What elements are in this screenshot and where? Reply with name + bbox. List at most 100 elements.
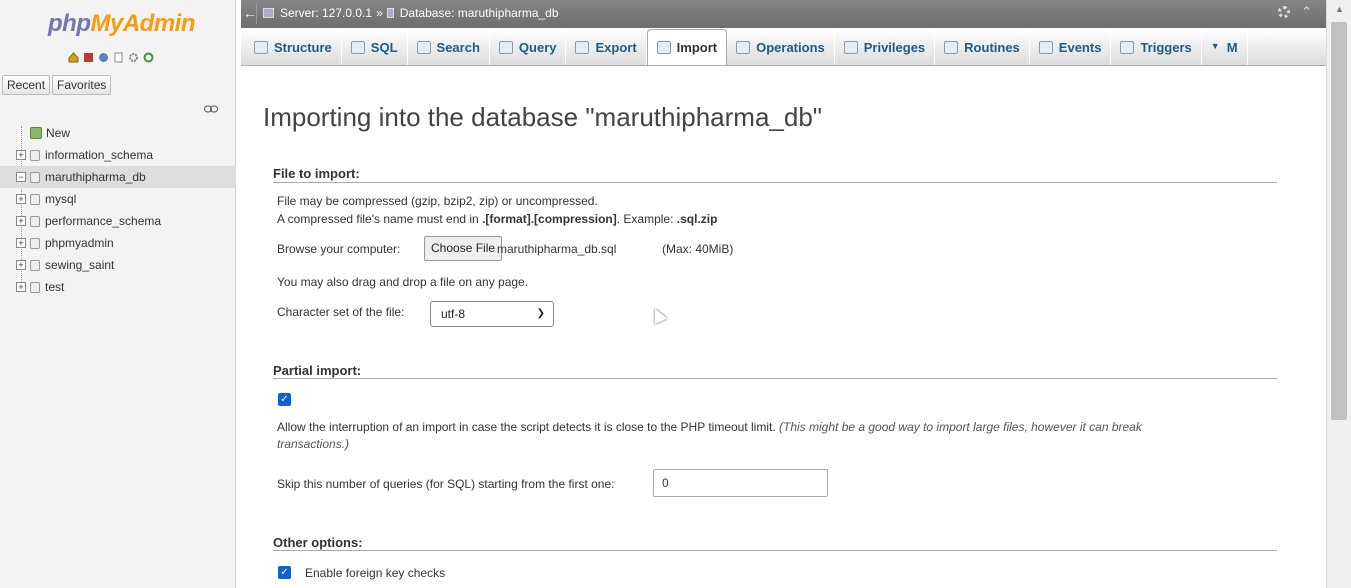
recent-button[interactable]: Recent [2, 75, 51, 95]
tree-item-label[interactable]: performance_schema [45, 210, 161, 232]
reload-icon[interactable] [143, 52, 154, 63]
allow-interrupt-note: (This might be a good way to import larg… [779, 420, 1142, 434]
skip-queries-input[interactable]: 0 [653, 469, 828, 497]
tree-item-label[interactable]: information_schema [45, 144, 153, 166]
tree-item-database[interactable]: − maruthipharma_db [0, 166, 236, 188]
nav-quick-icons [68, 52, 154, 63]
tree-item-database[interactable]: + sewing_saint [0, 254, 236, 276]
tab-query[interactable]: Query [490, 29, 567, 65]
allow-interrupt-note-cont: transactions.) [277, 437, 350, 451]
tree-item-label[interactable]: maruthipharma_db [45, 166, 146, 188]
tab-export[interactable]: Export [566, 29, 647, 65]
home-icon[interactable] [68, 52, 79, 63]
tab-privileges[interactable]: Privileges [835, 29, 936, 65]
charset-select[interactable]: utf-8 ❯ [430, 301, 554, 327]
settings-gear-icon[interactable] [1278, 6, 1290, 18]
tree-item-database[interactable]: + performance_schema [0, 210, 236, 232]
tab-structure[interactable]: Structure [245, 29, 342, 65]
collapse-navigation-button[interactable]: ← [243, 4, 257, 24]
help-icon[interactable] [98, 52, 109, 63]
collapse-icon[interactable]: − [16, 172, 26, 182]
sql-icon [350, 40, 365, 54]
scrollbar-thumb[interactable] [1331, 22, 1347, 420]
tree-item-new[interactable]: New [0, 122, 236, 144]
phpmyadmin-logo[interactable]: phpMyAdmin [48, 10, 195, 38]
expand-icon[interactable]: + [16, 282, 26, 292]
format-pattern: .[format].[compression] [482, 212, 617, 226]
logo-text-myadmin: MyAdmin [90, 10, 195, 37]
routines-icon [944, 40, 959, 54]
breadcrumb-database[interactable]: Database: maruthipharma_db [400, 6, 559, 20]
tab-label: Events [1058, 39, 1102, 55]
tab-label: Structure [274, 39, 332, 55]
logo-text-php: php [48, 10, 91, 37]
tab-label: Query [518, 39, 557, 55]
favorites-button[interactable]: Favorites [52, 75, 112, 95]
database-icon [30, 171, 40, 183]
database-icon [30, 259, 40, 271]
compression-format-text: A compressed file's name must end in .[f… [277, 212, 717, 226]
collapse-top-icon[interactable]: ⌃ [1301, 4, 1312, 20]
settings-icon[interactable] [128, 52, 139, 63]
logout-icon[interactable] [83, 52, 94, 63]
database-icon [30, 281, 40, 293]
tab-label: Operations [756, 39, 825, 55]
server-icon [263, 8, 274, 18]
tab-m[interactable]: ▼ M [1202, 29, 1248, 65]
export-icon [575, 40, 590, 54]
top-breadcrumb-bar: ← Server: 127.0.0.1 » Database: maruthip… [241, 0, 1326, 28]
tab-label: Triggers [1140, 39, 1192, 55]
allow-interrupt-checkbox[interactable]: ✓ [278, 393, 291, 406]
new-database-icon [30, 127, 42, 139]
compression-info-text: File may be compressed (gzip, bzip2, zip… [277, 194, 598, 208]
import-icon [656, 41, 671, 54]
tree-item-label[interactable]: mysql [45, 188, 76, 210]
tab-triggers[interactable]: Triggers [1111, 29, 1202, 65]
tab-label: Export [595, 39, 637, 55]
foreign-key-checkbox[interactable]: ✓ [278, 566, 291, 579]
database-icon [386, 8, 394, 18]
tab-label: Privileges [863, 39, 926, 55]
recent-favorites-bar: Recent Favorites [2, 75, 112, 95]
link-with-main-icon[interactable] [204, 102, 218, 113]
tree-item-database[interactable]: + test [0, 276, 236, 298]
tab-routines[interactable]: Routines [935, 29, 1030, 65]
more-menu-icon: ▼ [1210, 40, 1220, 51]
tree-item-database[interactable]: + mysql [0, 188, 236, 210]
mouse-cursor-icon [648, 305, 668, 325]
tree-item-database[interactable]: + information_schema [0, 144, 236, 166]
expand-icon[interactable]: + [16, 238, 26, 248]
tab-label: Routines [964, 39, 1020, 55]
tab-import[interactable]: Import [646, 29, 728, 65]
section-divider [273, 550, 1277, 551]
tab-events[interactable]: Events [1030, 29, 1112, 65]
tree-item-label[interactable]: test [45, 276, 64, 298]
page-scrollbar[interactable]: ▲ [1326, 0, 1351, 588]
documentation-icon[interactable] [113, 52, 124, 63]
tree-item-label: New [46, 126, 71, 140]
expand-icon[interactable]: + [16, 216, 26, 226]
browse-label: Browse your computer: [277, 242, 401, 256]
tree-item-database[interactable]: + phpmyadmin [0, 232, 236, 254]
allow-interrupt-text: Allow the interruption of an import in c… [277, 419, 1237, 453]
tab-search[interactable]: Search [408, 29, 490, 65]
scroll-up-arrow-icon[interactable]: ▲ [1335, 4, 1344, 14]
choose-file-button[interactable]: Choose File [424, 236, 503, 261]
tree-item-label[interactable]: phpmyadmin [45, 232, 114, 254]
charset-selected-value: utf-8 [441, 307, 466, 321]
allow-interrupt-label: Allow the interruption of an import in c… [277, 420, 776, 434]
clock-icon [1038, 40, 1053, 54]
format-example-label: . Example: [616, 212, 677, 226]
tab-label: M [1226, 39, 1238, 55]
expand-icon[interactable]: + [16, 150, 26, 160]
wrench-icon [736, 40, 751, 54]
tab-operations[interactable]: Operations [727, 29, 835, 65]
expand-icon[interactable]: + [16, 260, 26, 270]
breadcrumb-server[interactable]: Server: 127.0.0.1 [280, 6, 372, 20]
file-to-import-heading: File to import: [273, 166, 360, 181]
database-list: + information_schema − maruthipharma_db + mys… [0, 144, 236, 298]
tab-sql[interactable]: SQL [342, 29, 408, 65]
expand-icon[interactable]: + [16, 194, 26, 204]
structure-icon [254, 40, 268, 54]
tree-item-label[interactable]: sewing_saint [45, 254, 114, 276]
